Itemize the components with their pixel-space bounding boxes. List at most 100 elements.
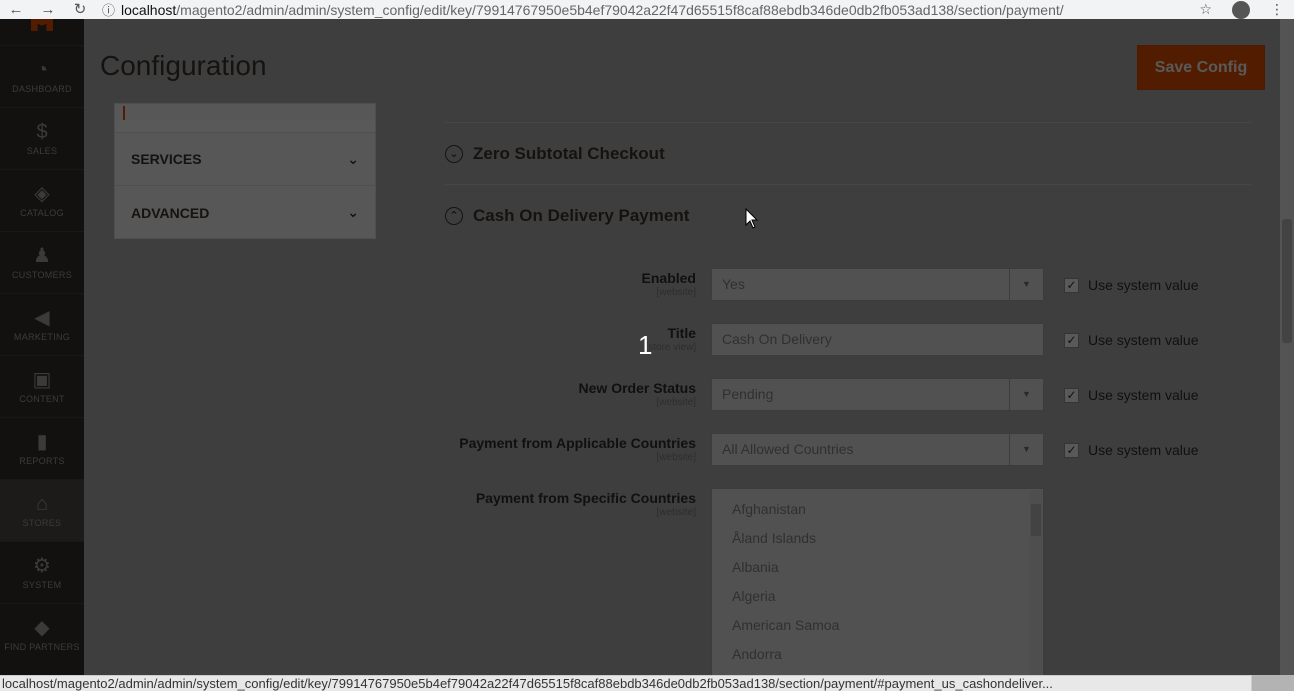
gear-icon: ⚙ <box>33 555 51 577</box>
country-option[interactable]: American Samoa <box>712 611 1043 640</box>
info-icon[interactable]: ⓘ <box>102 0 115 19</box>
checkbox-icon[interactable]: ✓ <box>1064 332 1079 348</box>
label-text: Enabled <box>641 270 696 286</box>
checkbox-label: Use system value <box>1088 277 1199 293</box>
dropdown-arrow-icon: ▼ <box>1009 434 1043 465</box>
nav-reports[interactable]: ▮ REPORTS <box>0 417 84 479</box>
input-value: Cash On Delivery <box>722 331 832 347</box>
nav-label: CONTENT <box>19 394 65 404</box>
nav-find-partners[interactable]: ◆ FIND PARTNERS <box>0 603 84 665</box>
nav-label: FIND PARTNERS <box>4 642 80 652</box>
tab-services[interactable]: SERVICES ⌄ <box>115 133 375 186</box>
status-bar: localhost/magento2/admin/admin/system_co… <box>0 675 1252 691</box>
scope-text: [website] <box>656 397 696 408</box>
magento-logo[interactable] <box>0 19 84 45</box>
content-icon: ▣ <box>32 369 52 391</box>
back-arrow-icon[interactable]: ← <box>0 0 32 19</box>
tab-label: ADVANCED <box>131 204 210 221</box>
country-option[interactable]: Afghanistan <box>712 495 1043 524</box>
partners-icon: ◆ <box>34 617 50 639</box>
person-icon: ♟ <box>33 245 51 267</box>
use-system-value-countries[interactable]: ✓ Use system value <box>1064 442 1198 458</box>
nav-label: MARKETING <box>13 332 71 342</box>
address-bar[interactable]: ⓘ localhost /magento2/admin/admin/system… <box>102 0 1162 19</box>
section-divider <box>445 184 1251 185</box>
applicable-countries-select[interactable]: All Allowed Countries ▼ <box>711 433 1044 466</box>
scope-text: [website] <box>656 507 696 518</box>
scrollbar-thumb[interactable] <box>1031 504 1041 536</box>
title-input[interactable]: Cash On Delivery <box>711 323 1044 356</box>
url-path: /magento2/admin/admin/system_config/edit… <box>176 1 1064 18</box>
nav-customers[interactable]: ♟ CUSTOMERS <box>0 231 84 293</box>
section-divider <box>445 122 1251 123</box>
listbox-scrollbar[interactable] <box>1030 490 1042 676</box>
field-label-applicable-countries: Payment from Applicable Countries [websi… <box>416 435 696 463</box>
browser-toolbar: ← → ↻ ⓘ localhost /magento2/admin/admin/… <box>0 0 1294 19</box>
nav-sales[interactable]: $ SALES <box>0 107 84 169</box>
collapse-icon: ⌃ <box>445 207 463 225</box>
dropdown-arrow-icon: ▼ <box>1009 379 1043 410</box>
use-system-value-title[interactable]: ✓ Use system value <box>1064 332 1198 348</box>
nav-label: SYSTEM <box>22 580 62 590</box>
country-option[interactable]: Algeria <box>712 582 1043 611</box>
nav-catalog[interactable]: ◈ CATALOG <box>0 169 84 231</box>
field-label-new-order-status: New Order Status [website] <box>416 380 696 408</box>
tab-label: SERVICES <box>131 151 202 167</box>
nav-dashboard[interactable]: ◔ DASHBOARD <box>0 45 84 107</box>
kebab-menu-icon[interactable]: ⋮ <box>1270 1 1284 18</box>
config-tabs: SERVICES ⌄ ADVANCED ⌄ <box>114 103 376 239</box>
field-label-enabled: Enabled [website] <box>416 270 696 298</box>
checkbox-label: Use system value <box>1088 442 1199 458</box>
forward-arrow-icon[interactable]: → <box>32 0 64 19</box>
tab-advanced[interactable]: ADVANCED ⌄ <box>115 186 375 239</box>
country-option[interactable]: Andorra <box>712 640 1043 669</box>
page-title: Configuration <box>100 50 267 81</box>
section-title: Zero Subtotal Checkout <box>473 144 665 163</box>
new-order-status-select[interactable]: Pending ▼ <box>711 378 1044 411</box>
use-system-value-order-status[interactable]: ✓ Use system value <box>1064 387 1198 403</box>
nav-marketing[interactable]: ◀ MARKETING <box>0 293 84 355</box>
cube-icon: ◈ <box>34 183 50 205</box>
scope-text: [website] <box>656 452 696 463</box>
megaphone-icon: ◀ <box>34 307 50 329</box>
url-host: localhost <box>121 1 177 18</box>
enabled-select[interactable]: Yes ▼ <box>711 268 1044 301</box>
dashboard-icon: ◔ <box>35 59 49 81</box>
expand-icon: ⌄ <box>445 145 463 163</box>
step-number: 1 <box>638 330 653 360</box>
tab-divider <box>115 120 375 133</box>
store-icon: ⌂ <box>35 493 49 515</box>
nav-stores[interactable]: ⌂ STORES <box>0 479 84 541</box>
select-value: Pending <box>722 386 774 402</box>
avatar[interactable] <box>1232 0 1250 19</box>
section-zero-subtotal[interactable]: ⌄ Zero Subtotal Checkout <box>445 144 665 164</box>
checkbox-icon[interactable]: ✓ <box>1064 442 1079 458</box>
specific-countries-multiselect[interactable]: Afghanistan Åland Islands Albania Algeri… <box>711 488 1044 678</box>
dollar-icon: $ <box>36 121 48 143</box>
scope-text: [website] <box>656 287 696 298</box>
label-text: Payment from Specific Countries <box>475 490 696 506</box>
checkbox-icon[interactable]: ✓ <box>1064 277 1079 293</box>
country-option[interactable]: Åland Islands <box>712 524 1043 553</box>
checkbox-icon[interactable]: ✓ <box>1064 387 1079 403</box>
star-icon[interactable]: ☆ <box>1199 1 1212 18</box>
nav-label: DASHBOARD <box>12 84 72 94</box>
page-scrollbar[interactable] <box>1280 19 1294 675</box>
use-system-value-enabled[interactable]: ✓ Use system value <box>1064 277 1198 293</box>
reload-icon[interactable]: ↻ <box>64 0 96 19</box>
field-label-title: Title [store view] <box>416 325 696 353</box>
checkbox-label: Use system value <box>1088 332 1199 348</box>
label-text: New Order Status <box>578 380 696 396</box>
country-option[interactable]: Albania <box>712 553 1043 582</box>
admin-sidebar: ◔ DASHBOARD $ SALES ◈ CATALOG ♟ CUSTOMER… <box>0 19 84 675</box>
nav-label: REPORTS <box>19 456 65 466</box>
nav-system[interactable]: ⚙ SYSTEM <box>0 541 84 603</box>
nav-label: STORES <box>22 518 62 528</box>
nav-label: SALES <box>26 146 58 156</box>
bar-chart-icon: ▮ <box>36 431 48 453</box>
section-cash-on-delivery[interactable]: ⌃ Cash On Delivery Payment <box>445 206 689 226</box>
scrollbar-thumb[interactable] <box>1282 219 1292 343</box>
save-config-button[interactable]: Save Config <box>1137 45 1265 90</box>
nav-content[interactable]: ▣ CONTENT <box>0 355 84 417</box>
scope-text: [store view] <box>645 342 696 353</box>
